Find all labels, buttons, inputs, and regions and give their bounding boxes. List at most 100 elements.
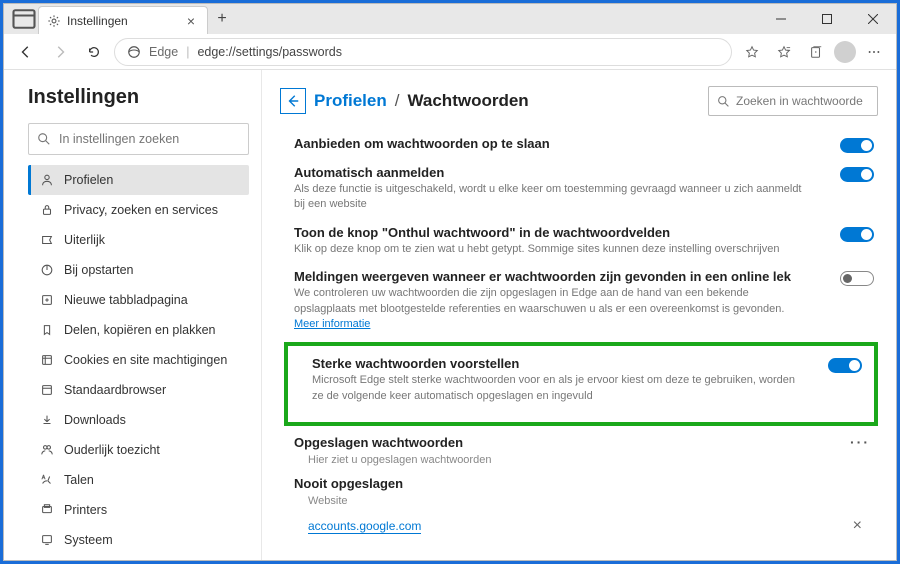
more-info-link[interactable]: Meer informatie [294,318,370,330]
sidebar-item[interactable]: Privacy, zoeken en services [28,195,249,225]
nav-forward-button[interactable] [46,38,74,66]
gear-icon [47,14,61,28]
sidebar-item-label: Ouderlijk toezicht [64,443,160,457]
nav-back-button[interactable] [12,38,40,66]
sidebar-item[interactable]: Uiterlijk [28,225,249,255]
sidebar-item-label: Nieuwe tabbladpagina [64,293,188,307]
sidebar-item-icon [39,173,54,188]
setting-title: Sterke wachtwoorden voorstellen [312,356,808,371]
tabs-menu-button[interactable] [10,5,38,33]
setting-title: Automatisch aanmelden [294,165,804,180]
titlebar: Instellingen × + [4,4,896,34]
sidebar-item-label: Uiterlijk [64,233,105,247]
remove-site-button[interactable]: × [853,517,862,535]
never-saved-column: Website [308,495,878,507]
toggle-switch[interactable] [840,227,874,242]
sidebar-item-icon [39,263,54,278]
content-area: Instellingen Profielen Privacy, zoeken en… [4,70,896,560]
sidebar-item-label: Bij opstarten [64,263,133,277]
setting-title: Toon de knop "Onthul wachtwoord" in de w… [294,225,780,240]
breadcrumb-back-button[interactable] [280,88,306,114]
svg-text:A: A [41,475,45,481]
toggle-switch[interactable] [840,138,874,153]
setting-item: Meldingen weergeven wanneer er wachtwoor… [280,267,878,342]
toggle-switch[interactable] [840,271,874,286]
setting-item: Aanbieden om wachtwoorden op te slaan [280,134,878,163]
tab-close-button[interactable]: × [185,13,197,29]
tab-strip: Instellingen × + [4,4,758,34]
sidebar-item[interactable]: A Talen [28,465,249,495]
sidebar-item-icon [39,413,54,428]
main-search[interactable]: Zoeken in wachtwoorde [708,86,878,116]
main-header: Profielen / Wachtwoorden Zoeken in wacht… [280,86,878,116]
sidebar-item[interactable]: Instellingen opnieuw instellen [28,555,249,560]
sidebar-item-label: Downloads [64,413,126,427]
breadcrumb-root[interactable]: Profielen [314,91,387,111]
favorites-button[interactable] [770,38,798,66]
sidebar-item-icon [39,443,54,458]
close-window-button[interactable] [850,4,896,34]
setting-title: Meldingen weergeven wanneer er wachtwoor… [294,269,804,284]
sidebar-item[interactable]: Downloads [28,405,249,435]
sidebar-item-label: Privacy, zoeken en services [64,203,218,217]
never-saved-header: Nooit opgeslagen [294,476,878,491]
sidebar-item-icon [39,323,54,338]
sidebar-item[interactable]: Bij opstarten [28,255,249,285]
setting-item: Automatisch aanmeldenAls deze functie is… [280,163,878,223]
saved-passwords-header: Opgeslagen wachtwoorden ··· [294,434,878,450]
toggle-switch[interactable] [840,167,874,182]
toggle-switch[interactable] [828,358,862,373]
setting-desc: Microsoft Edge stelt sterke wachtwoorden… [312,373,808,404]
breadcrumb-sep: / [395,91,400,111]
main-search-placeholder: Zoeken in wachtwoorde [736,94,863,108]
window-controls [758,4,896,34]
sidebar-item-icon [39,203,54,218]
url-field[interactable]: Edge | edge://settings/passwords [114,38,732,66]
sidebar-item-icon [39,383,54,398]
never-saved-site-link[interactable]: accounts.google.com [308,519,421,534]
sidebar-search-input[interactable] [59,132,240,146]
sidebar-item[interactable]: Printers [28,495,249,525]
sidebar-item-label: Delen, kopiëren en plakken [64,323,216,337]
sidebar-title: Instellingen [28,86,249,109]
minimize-button[interactable] [758,4,804,34]
sidebar-item-icon: A [39,473,54,488]
sidebar-item-label: Profielen [64,173,113,187]
sidebar-item[interactable]: Cookies en site machtigingen [28,345,249,375]
sidebar-item-label: Talen [64,473,94,487]
never-saved-row: accounts.google.com × [280,517,878,535]
sidebar-item[interactable]: Delen, kopiëren en plakken [28,315,249,345]
browser-tab[interactable]: Instellingen × [38,6,208,34]
settings-sidebar: Instellingen Profielen Privacy, zoeken en… [4,70,262,560]
sidebar-item-label: Printers [64,503,107,517]
setting-title: Aanbieden om wachtwoorden op te slaan [294,136,550,151]
sidebar-item-label: Systeem [64,533,113,547]
favorites-star-button[interactable] [738,38,766,66]
breadcrumb-current: Wachtwoorden [407,91,528,111]
main-panel: Profielen / Wachtwoorden Zoeken in wacht… [262,70,896,560]
sidebar-search[interactable] [28,123,249,155]
edge-icon [127,45,141,59]
sidebar-item[interactable]: Nieuwe tabbladpagina [28,285,249,315]
sidebar-item[interactable]: Systeem [28,525,249,555]
highlighted-setting: Sterke wachtwoorden voorstellen Microsoft… [284,342,878,426]
setting-desc: We controleren uw wachtwoorden die zijn … [294,286,804,332]
maximize-button[interactable] [804,4,850,34]
collections-button[interactable] [802,38,830,66]
sidebar-item-icon [39,293,54,308]
sidebar-item[interactable]: Profielen [28,165,249,195]
sidebar-item-icon [39,503,54,518]
saved-passwords-sub: Hier ziet u opgeslagen wachtwoorden [308,454,878,466]
new-tab-button[interactable]: + [208,5,236,33]
url-separator: | [186,45,189,59]
nav-refresh-button[interactable] [80,38,108,66]
sidebar-item[interactable]: Standaardbrowser [28,375,249,405]
sidebar-item-icon [39,533,54,548]
sidebar-item[interactable]: Ouderlijk toezicht [28,435,249,465]
breadcrumb: Profielen / Wachtwoorden [280,88,529,114]
app-menu-button[interactable] [860,38,888,66]
search-icon [717,95,730,108]
profile-avatar[interactable] [834,41,856,63]
more-menu-button[interactable]: ··· [850,434,870,450]
address-bar: Edge | edge://settings/passwords [4,34,896,70]
